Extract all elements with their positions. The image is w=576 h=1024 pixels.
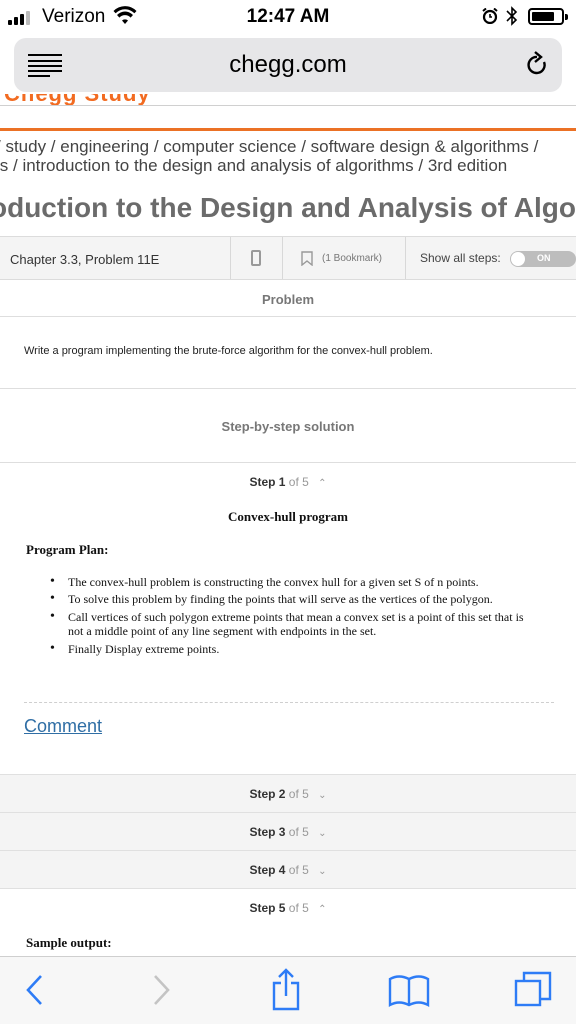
battery-icon bbox=[528, 8, 568, 25]
bookmark-icon[interactable] bbox=[301, 251, 313, 266]
toolbar-divider bbox=[282, 237, 283, 279]
divider bbox=[0, 462, 576, 463]
bluetooth-icon bbox=[506, 6, 518, 26]
problem-heading: Problem bbox=[261, 292, 314, 307]
bookmarks-icon[interactable] bbox=[388, 973, 430, 1007]
divider bbox=[0, 316, 576, 317]
step-count: of 5 bbox=[288, 825, 309, 839]
breadcrumb-line-2[interactable]: ls / introduction to the design and anal… bbox=[0, 156, 576, 175]
chapter-toolbar: Chapter 3.3, Problem 11E (1 Bookmark) Sh… bbox=[0, 236, 576, 280]
phone-icon[interactable] bbox=[251, 250, 261, 266]
url-text[interactable]: chegg.com bbox=[14, 51, 562, 79]
step-3-row[interactable]: Step 3 of 5 ⌄ bbox=[0, 812, 576, 850]
status-bar: Verizon 12:47 AM bbox=[0, 0, 576, 34]
dashed-divider bbox=[24, 702, 554, 703]
step-label: Step 1 bbox=[249, 475, 286, 489]
step-1-title: Convex-hull program bbox=[227, 509, 348, 524]
list-item: The convex-hull problem is constructing … bbox=[50, 575, 540, 590]
reload-icon[interactable] bbox=[524, 51, 550, 79]
alarm-icon bbox=[482, 8, 498, 24]
toolbar-divider bbox=[405, 237, 406, 279]
share-icon[interactable] bbox=[270, 967, 302, 1011]
tabs-icon[interactable] bbox=[514, 971, 552, 1009]
problem-text: Write a program implementing the brute-f… bbox=[24, 345, 433, 357]
step-label: Step 5 bbox=[249, 901, 286, 915]
list-item: Finally Display extreme points. bbox=[50, 642, 540, 657]
list-item: To solve this problem by finding the poi… bbox=[50, 592, 540, 607]
sample-output-title: Sample output: bbox=[26, 935, 112, 950]
step-label: Step 2 bbox=[249, 787, 286, 801]
step-count: of 5 bbox=[288, 901, 309, 915]
comment-link[interactable]: Comment bbox=[24, 716, 102, 737]
site-logo-partial: Chegg Study bbox=[0, 94, 576, 106]
program-plan-title: Program Plan: bbox=[26, 542, 109, 557]
chapter-label: Chapter 3.3, Problem 11E bbox=[10, 252, 160, 267]
breadcrumb-line-1[interactable]: / study / engineering / computer science… bbox=[0, 137, 576, 156]
toggle-knob bbox=[511, 252, 525, 266]
toggle-state: ON bbox=[537, 253, 551, 263]
chevron-down-icon[interactable]: ⌄ bbox=[318, 790, 326, 801]
list-item: Call vertices of such polygon extreme po… bbox=[50, 610, 540, 639]
back-icon[interactable] bbox=[24, 973, 44, 1007]
step-1-header[interactable]: Step 1 of 5 ⌃ bbox=[0, 475, 576, 489]
bookmark-count[interactable]: (1 Bookmark) bbox=[322, 253, 382, 264]
step-5-row[interactable]: Step 5 of 5 ⌃ bbox=[0, 888, 576, 926]
show-all-steps-toggle[interactable]: ON bbox=[510, 251, 576, 267]
address-bar[interactable]: chegg.com bbox=[14, 38, 562, 92]
step-label: Step 4 bbox=[249, 863, 286, 877]
divider bbox=[0, 388, 576, 389]
header-divider bbox=[0, 128, 576, 131]
chevron-down-icon[interactable]: ⌄ bbox=[318, 866, 326, 877]
browser-toolbar bbox=[0, 956, 576, 1024]
chevron-down-icon[interactable]: ⌄ bbox=[318, 828, 326, 839]
forward-icon[interactable] bbox=[152, 973, 172, 1007]
step-count: of 5 bbox=[288, 863, 309, 877]
toolbar-divider bbox=[230, 237, 231, 279]
solution-heading: Step-by-step solution bbox=[221, 419, 355, 434]
show-all-steps-label: Show all steps: bbox=[420, 251, 501, 265]
step-count: of 5 bbox=[288, 475, 309, 489]
chevron-up-icon[interactable]: ⌃ bbox=[318, 478, 326, 489]
program-plan-list: The convex-hull problem is constructing … bbox=[50, 575, 540, 659]
step-label: Step 3 bbox=[249, 825, 286, 839]
chevron-up-icon[interactable]: ⌃ bbox=[318, 904, 326, 915]
page-title: oduction to the Design and Analysis of A… bbox=[0, 192, 576, 223]
step-4-row[interactable]: Step 4 of 5 ⌄ bbox=[0, 850, 576, 888]
step-count: of 5 bbox=[288, 787, 309, 801]
breadcrumb[interactable]: / study / engineering / computer science… bbox=[0, 137, 576, 175]
step-2-row[interactable]: Step 2 of 5 ⌄ bbox=[0, 774, 576, 812]
